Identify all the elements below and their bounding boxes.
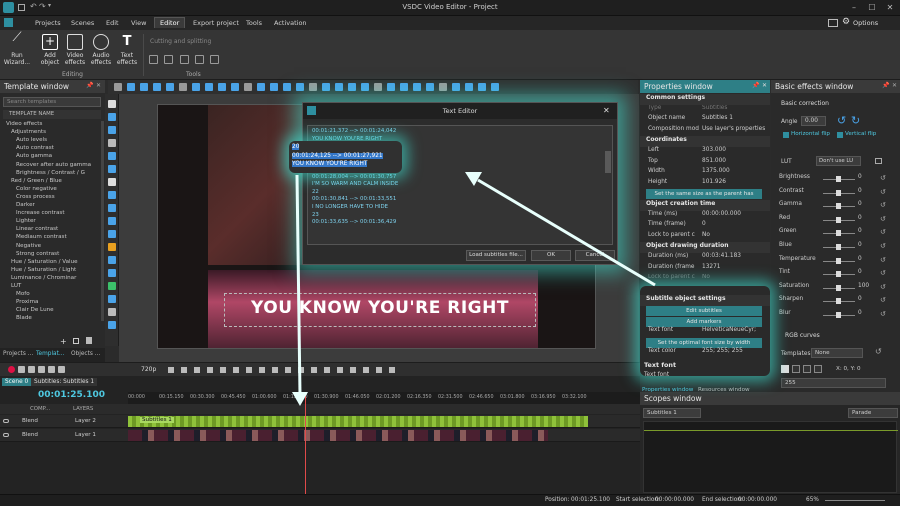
arrow-to-timeline [292,174,308,406]
annotation-arrows [292,172,656,406]
arrow-to-text-editor [465,172,656,287]
